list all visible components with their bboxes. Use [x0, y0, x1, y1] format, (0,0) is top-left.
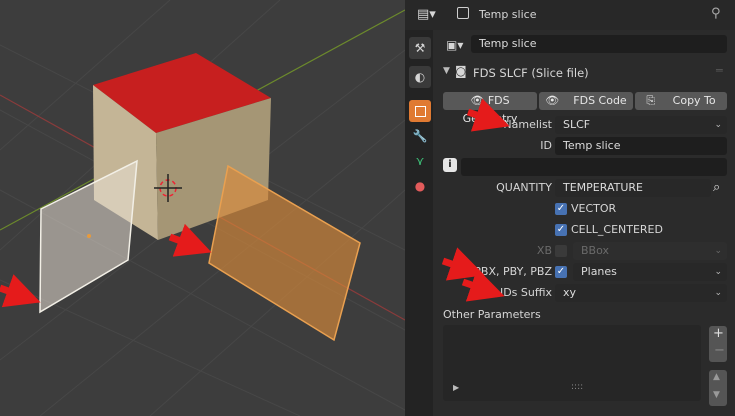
particles-icon: ⋎ — [415, 154, 425, 168]
render-icon: ◐ — [414, 70, 426, 84]
tool-icon: ⚒ — [414, 41, 426, 55]
object-icon — [414, 105, 426, 117]
viewport-scene — [0, 0, 405, 416]
tab-modifiers[interactable]: 🔧 — [409, 125, 431, 147]
editor-type-icon[interactable]: ▤▾ — [417, 7, 436, 22]
pin-icon[interactable]: ⚲ — [711, 6, 721, 21]
physics-icon: ● — [414, 179, 426, 193]
object-icon — [457, 7, 469, 19]
tab-particles[interactable]: ⋎ — [409, 150, 431, 172]
tab-render[interactable]: ◐ — [409, 66, 431, 88]
properties-tabs: ⚒ ◐ 🔧 ⋎ ● — [405, 30, 433, 416]
tab-physics[interactable]: ● — [409, 175, 431, 197]
3d-viewport[interactable] — [0, 0, 405, 416]
panel-annotations — [441, 98, 510, 302]
annotation-arrow-pbx — [441, 247, 485, 281]
annotation-arrow-ids-suffix — [461, 268, 505, 302]
annotation-arrow-namelist — [466, 98, 510, 132]
tab-tool[interactable]: ⚒ — [409, 37, 431, 59]
properties-editor: ▤▾ Temp slice ⚲ ⚒ ◐ 🔧 ⋎ ● ▣▾ Temp slice … — [405, 0, 735, 416]
object-name: Temp slice — [479, 8, 537, 21]
properties-main: ▣▾ Temp slice ▼ ◙ FDS SLCF (Slice file) … — [433, 30, 735, 416]
modifier-icon: 🔧 — [412, 129, 428, 143]
properties-header: ▤▾ Temp slice ⚲ — [405, 0, 735, 30]
tab-object[interactable] — [409, 100, 431, 122]
